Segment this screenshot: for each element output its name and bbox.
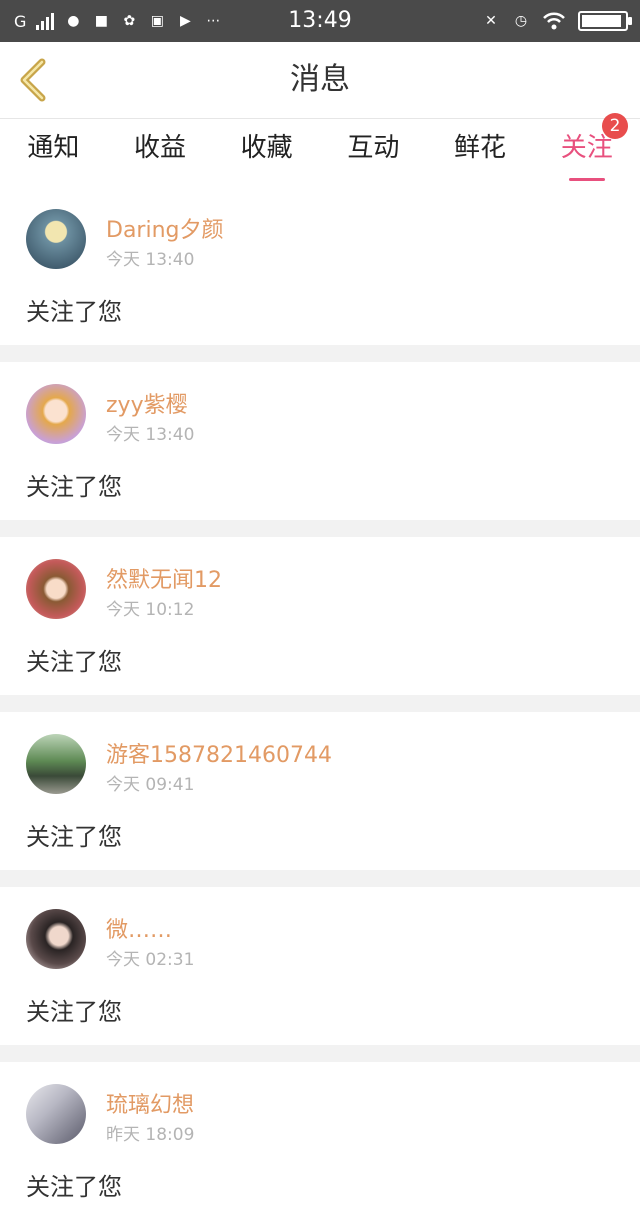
timestamp: 今天 13:40 — [106, 250, 195, 270]
list-item[interactable]: 然默无闻12 今天 10:12 关注了您 — [0, 537, 640, 695]
user-name[interactable]: 然默无闻12 — [106, 562, 222, 594]
status-right-icons: ✕ ◷ — [482, 0, 632, 42]
user-name[interactable]: Daring夕颜 — [106, 212, 224, 244]
alarm-icon: ◷ — [514, 13, 528, 29]
tab-favorites[interactable]: 收藏 — [213, 119, 320, 187]
tab-notifications[interactable]: 通知 — [0, 119, 107, 187]
avatar[interactable] — [26, 559, 86, 619]
timestamp: 今天 10:12 — [106, 600, 195, 620]
user-name[interactable]: 游客1587821460744 — [106, 737, 332, 769]
list-item[interactable]: 游客1587821460744 今天 09:41 关注了您 — [0, 712, 640, 870]
tab-flowers[interactable]: 鲜花 — [427, 119, 534, 187]
tab-follows[interactable]: 关注 2 — [533, 113, 640, 187]
message-text: 关注了您 — [26, 648, 122, 676]
tab-interactions[interactable]: 互动 — [320, 119, 427, 187]
tab-follows-label: 关注 — [560, 133, 613, 163]
list-item[interactable]: 微…… 今天 02:31 关注了您 — [0, 887, 640, 1045]
avatar[interactable] — [26, 384, 86, 444]
message-text: 关注了您 — [26, 823, 122, 851]
page-title: 消息 — [290, 62, 350, 97]
tab-earnings[interactable]: 收益 — [107, 119, 214, 187]
status-bar: G ● ■ ✿ ▣ ▶ ⋯ 13:49 ✕ ◷ — [0, 0, 640, 42]
message-text: 关注了您 — [26, 1173, 122, 1201]
user-name[interactable]: zyy紫樱 — [106, 387, 188, 419]
timestamp: 昨天 18:09 — [106, 1125, 195, 1145]
tab-bar: 通知 收益 收藏 互动 鲜花 关注 2 — [0, 113, 640, 187]
list-item[interactable]: Daring夕颜 今天 13:40 关注了您 — [0, 187, 640, 345]
timestamp: 今天 13:40 — [106, 425, 195, 445]
message-text: 关注了您 — [26, 298, 122, 326]
avatar[interactable] — [26, 909, 86, 969]
avatar[interactable] — [26, 209, 86, 269]
mute-icon: ✕ — [485, 13, 497, 29]
timestamp: 今天 02:31 — [106, 950, 195, 970]
header: 消息 — [0, 42, 640, 119]
avatar[interactable] — [26, 734, 86, 794]
unread-badge: 2 — [602, 113, 629, 139]
timestamp: 今天 09:41 — [106, 775, 195, 795]
message-list: Daring夕颜 今天 13:40 关注了您 zyy紫樱 今天 13:40 关注… — [0, 187, 640, 1220]
user-name[interactable]: 微…… — [106, 912, 172, 944]
user-name[interactable]: 琉璃幻想 — [106, 1087, 194, 1119]
list-item[interactable]: zyy紫樱 今天 13:40 关注了您 — [0, 362, 640, 520]
message-text: 关注了您 — [26, 998, 122, 1026]
avatar[interactable] — [26, 1084, 86, 1144]
battery-icon — [578, 11, 632, 31]
list-item[interactable]: 琉璃幻想 昨天 18:09 关注了您 — [0, 1062, 640, 1220]
wifi-icon — [543, 12, 565, 30]
message-text: 关注了您 — [26, 473, 122, 501]
